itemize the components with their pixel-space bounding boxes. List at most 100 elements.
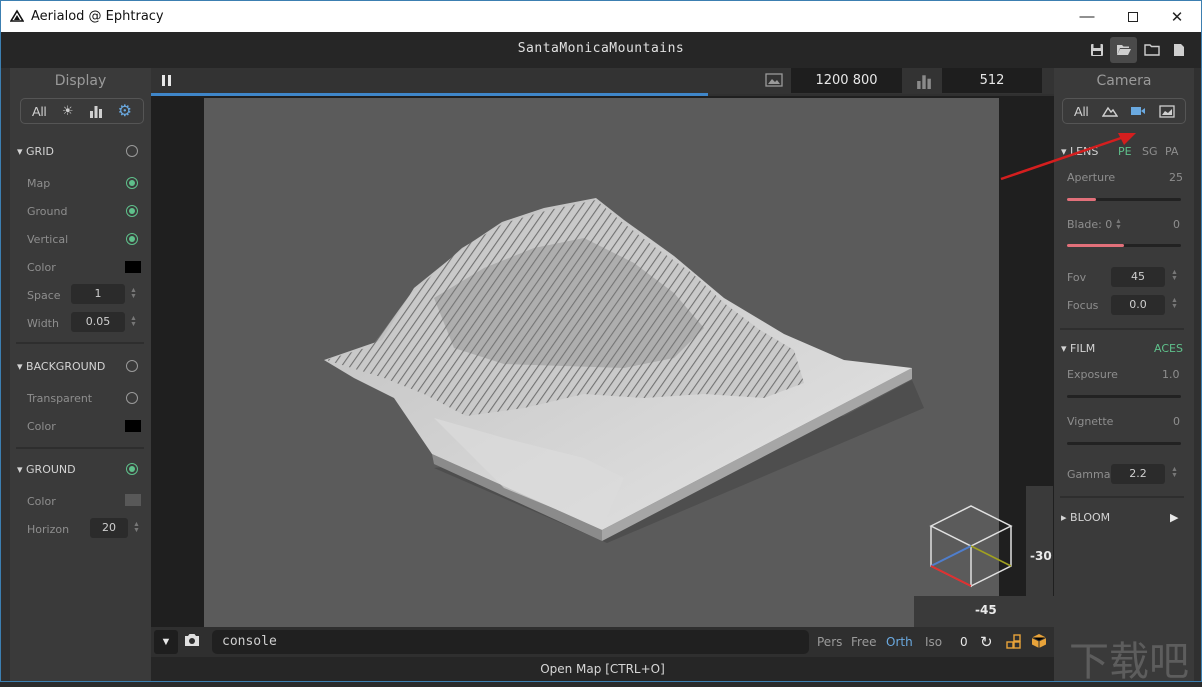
background-color-swatch[interactable]	[125, 420, 141, 432]
minimize-icon: —	[1079, 8, 1095, 25]
divider	[1060, 328, 1184, 330]
tab-light[interactable]: ☀	[56, 101, 80, 121]
camera-mode-free[interactable]: Free	[851, 635, 876, 649]
divider	[16, 342, 144, 344]
grid-cubes-button[interactable]	[1006, 634, 1022, 655]
angle-horizontal-readout: -45	[975, 603, 997, 617]
camera-mode-orth[interactable]: Orth	[886, 635, 913, 649]
focus-stepper[interactable]: ▲ ▼	[1171, 297, 1178, 310]
grid-map-label: Map	[27, 177, 51, 190]
grid-space-stepper[interactable]: ▲ ▼	[130, 287, 137, 300]
maximize-button[interactable]	[1110, 1, 1156, 32]
rotate-reset-icon: ↻	[980, 634, 993, 651]
camera-mode-pers[interactable]: Pers	[817, 635, 842, 649]
exposure-label: Exposure	[1067, 368, 1118, 381]
ground-horizon-stepper[interactable]: ▲ ▼	[133, 521, 140, 534]
grid-space-input[interactable]: 1	[71, 284, 125, 304]
bloom-play-button[interactable]: ▶	[1170, 511, 1178, 524]
grid-color-swatch[interactable]	[125, 261, 141, 273]
focus-label: Focus	[1067, 299, 1099, 312]
background-toggle[interactable]	[126, 360, 138, 372]
pause-icon	[162, 75, 165, 86]
ground-section-header[interactable]: ▾ GROUND	[17, 463, 76, 476]
tab-image[interactable]	[1155, 101, 1179, 121]
watermark: 下载吧	[1069, 639, 1189, 685]
focus-input[interactable]: 0.0	[1111, 295, 1165, 315]
box-button[interactable]	[1031, 633, 1047, 654]
sun-icon: ☀	[61, 103, 74, 118]
pause-button[interactable]	[161, 74, 173, 88]
image-icon	[765, 73, 783, 87]
save-icon	[1090, 44, 1103, 56]
film-tonemap[interactable]: ACES	[1154, 342, 1183, 355]
histogram-button[interactable]	[916, 73, 932, 94]
blade-stepper[interactable]: ▲ ▼	[1115, 218, 1122, 231]
reset-view-button[interactable]: ↻	[980, 633, 993, 651]
ground-color-label: Color	[27, 495, 56, 508]
blade-label: Blade: 0	[1067, 218, 1113, 231]
mountain-icon	[1101, 106, 1118, 117]
camera-icon	[185, 634, 199, 646]
background-transparent-label: Transparent	[27, 392, 93, 405]
fov-stepper[interactable]: ▲ ▼	[1171, 269, 1178, 282]
background-section-header[interactable]: ▾ BACKGROUND	[17, 360, 105, 373]
grid-width-input[interactable]: 0.05	[71, 312, 125, 332]
background-transparent-toggle[interactable]	[126, 392, 138, 404]
angle-vertical-readout: -30	[1030, 549, 1052, 563]
ground-horizon-input[interactable]: 20	[90, 518, 128, 538]
ground-color-swatch[interactable]	[125, 494, 141, 506]
folder-open-icon	[1116, 45, 1131, 55]
blade-slider[interactable]	[1067, 244, 1181, 247]
save-button[interactable]	[1083, 37, 1110, 63]
close-button[interactable]: ✕	[1154, 1, 1200, 32]
grid-section-header[interactable]: ▾ GRID	[17, 145, 54, 158]
angle-vertical-track[interactable]	[1026, 486, 1053, 596]
minimize-button[interactable]: —	[1064, 1, 1110, 32]
tab-settings[interactable]: ⚙	[113, 101, 137, 121]
status-bar: Open Map [CTRL+O]	[151, 657, 1054, 681]
tab-all[interactable]: All	[1069, 101, 1093, 121]
tab-camera[interactable]	[1126, 101, 1150, 121]
open-folder-button[interactable]	[1110, 37, 1137, 63]
grid-map-toggle[interactable]	[126, 177, 138, 189]
tab-all[interactable]: All	[27, 101, 51, 121]
screenshot-button[interactable]	[183, 632, 201, 653]
ground-toggle[interactable]	[126, 463, 138, 475]
command-bar: ▼ console Pers Free Orth Iso 0 ↻	[151, 627, 1054, 657]
image-button[interactable]	[765, 73, 783, 92]
cubes-outline-icon	[1006, 634, 1021, 649]
lens-mode-pa[interactable]: PA	[1165, 145, 1178, 158]
grid-space-label: Space	[27, 289, 61, 302]
resolution-display[interactable]: 1200 800	[791, 68, 902, 93]
fov-input[interactable]: 45	[1111, 267, 1165, 287]
vignette-slider[interactable]	[1067, 442, 1181, 445]
app-window: Aerialod @ Ephtracy — ✕ SantaMonicaMount…	[0, 0, 1202, 685]
gamma-input[interactable]: 2.2	[1111, 464, 1165, 484]
aperture-slider[interactable]	[1067, 198, 1181, 201]
grid-toggle[interactable]	[126, 145, 138, 157]
aperture-slider-fill	[1067, 198, 1096, 201]
camera-mode-iso[interactable]: Iso	[925, 635, 942, 649]
tab-histogram[interactable]	[84, 101, 108, 121]
gamma-stepper[interactable]: ▲ ▼	[1171, 466, 1178, 479]
console-toggle-button[interactable]: ▼	[154, 630, 178, 654]
film-section-header[interactable]: ▾ FILM	[1061, 342, 1095, 355]
os-titlebar: Aerialod @ Ephtracy — ✕	[1, 1, 1201, 32]
app-header: SantaMonicaMountains	[1, 32, 1201, 68]
file-button[interactable]	[1165, 37, 1192, 63]
console-input[interactable]: console	[212, 630, 809, 654]
grid-width-stepper[interactable]: ▲ ▼	[130, 315, 137, 328]
exposure-slider[interactable]	[1067, 395, 1181, 398]
project-name: SantaMonicaMountains	[517, 41, 685, 56]
orientation-cube[interactable]	[926, 501, 1016, 591]
samples-display[interactable]: 512	[942, 68, 1042, 93]
bloom-section-header[interactable]: ▸ BLOOM	[1061, 511, 1110, 524]
grid-ground-toggle[interactable]	[126, 205, 138, 217]
render-viewport[interactable]: -30 -45	[151, 96, 1054, 627]
tab-terrain[interactable]	[1098, 101, 1122, 121]
render-canvas[interactable]	[204, 98, 999, 627]
divider	[16, 447, 144, 449]
folder-button[interactable]	[1138, 37, 1165, 63]
display-tabbar: All ☀ ⚙	[20, 98, 144, 124]
grid-vertical-toggle[interactable]	[126, 233, 138, 245]
